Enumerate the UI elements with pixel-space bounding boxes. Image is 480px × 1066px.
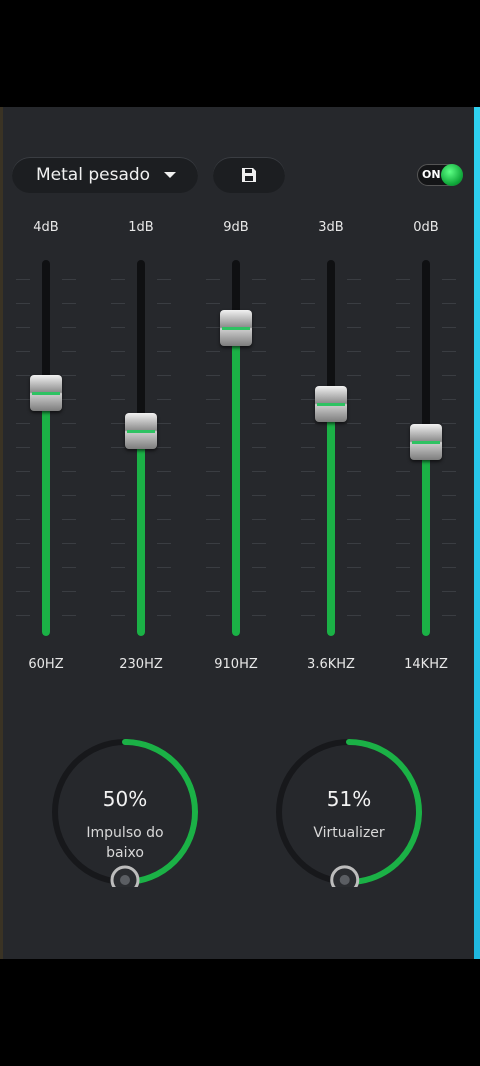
band-slider-1[interactable] xyxy=(16,256,76,636)
gain-label-band-1: 4dB xyxy=(33,220,59,235)
virtualizer-value: 51% xyxy=(326,787,372,811)
slider-thumb[interactable] xyxy=(220,310,252,347)
freq-label-band-1: 60HZ xyxy=(28,657,64,672)
band-slider-2[interactable] xyxy=(111,256,171,636)
slider-fill xyxy=(42,392,50,636)
right-edge-accent xyxy=(474,107,480,959)
slider-fill xyxy=(232,328,240,636)
freq-label-band-2: 230HZ xyxy=(119,657,163,672)
slider-fill xyxy=(327,404,335,636)
virtualizer-knob[interactable]: 51% Virtualizer xyxy=(274,737,424,887)
slider-fill xyxy=(422,442,430,636)
virtualizer-dial xyxy=(276,739,422,887)
freq-label-band-4: 3.6KHZ xyxy=(307,657,355,672)
bass-boost-value: 50% xyxy=(102,787,148,811)
gain-label-band-3: 9dB xyxy=(223,220,249,235)
slider-thumb[interactable] xyxy=(315,386,347,423)
freq-label-band-5: 14KHZ xyxy=(404,657,448,672)
preset-label: Metal pesado xyxy=(36,165,151,185)
band-slider-3[interactable] xyxy=(206,256,266,636)
toggle-label: ON xyxy=(422,168,441,181)
band-slider-4[interactable] xyxy=(301,256,361,636)
bass-boost-dial xyxy=(52,739,198,887)
chevron-down-icon xyxy=(164,172,176,178)
power-toggle[interactable]: ON xyxy=(417,164,463,186)
gain-label-band-2: 1dB xyxy=(128,220,154,235)
gain-label-band-5: 0dB xyxy=(413,220,439,235)
toggle-knob xyxy=(441,164,463,186)
left-edge xyxy=(0,107,3,959)
bass-boost-label: Impulso do baixo xyxy=(86,825,164,861)
save-icon xyxy=(242,168,256,182)
preset-dropdown[interactable]: Metal pesado xyxy=(12,157,198,193)
band-slider-5[interactable] xyxy=(396,256,456,636)
slider-thumb[interactable] xyxy=(30,374,62,411)
slider-thumb[interactable] xyxy=(125,412,157,449)
freq-label-band-3: 910HZ xyxy=(214,657,258,672)
slider-fill xyxy=(137,430,145,636)
save-preset-button[interactable] xyxy=(213,157,285,193)
virtualizer-label: Virtualizer xyxy=(313,825,385,841)
slider-thumb[interactable] xyxy=(410,424,442,461)
gain-label-band-4: 3dB xyxy=(318,220,344,235)
bass-boost-knob[interactable]: 50% Impulso do baixo xyxy=(50,737,200,887)
